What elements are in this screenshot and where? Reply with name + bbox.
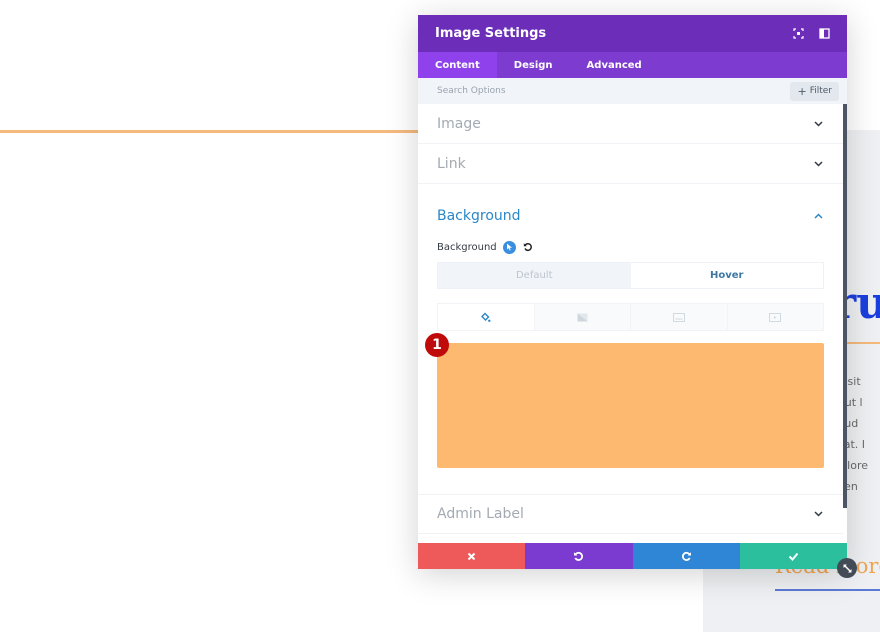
orange-divider [0, 130, 420, 133]
tab-advanced[interactable]: Advanced [570, 52, 659, 78]
close-icon [467, 552, 476, 560]
cancel-button[interactable] [418, 543, 526, 569]
hover-state-tab[interactable]: Hover [630, 263, 823, 288]
page: ru olor sit unt ut l ostrud equat. I n d… [0, 0, 880, 632]
resize-icon [842, 563, 852, 573]
settings-content: Image Link Background Background Default… [418, 104, 843, 543]
section-admin-label[interactable]: Admin Label [418, 494, 843, 534]
section-link[interactable]: Link [418, 144, 843, 184]
chevron-down-icon [813, 119, 823, 129]
redo-icon [681, 551, 691, 561]
gradient-icon [577, 313, 588, 321]
tab-content[interactable]: Content [418, 52, 497, 78]
section-image[interactable]: Image [418, 104, 843, 144]
image-settings-modal: Image Settings Content Design Advanced +… [418, 15, 847, 569]
section-background-title: Background [437, 208, 521, 224]
step-badge: 1 [425, 333, 449, 357]
sidebar-toggle-icon[interactable] [818, 28, 830, 40]
resize-handle[interactable] [837, 558, 857, 578]
bg-type-image[interactable] [631, 304, 728, 330]
tab-design[interactable]: Design [497, 52, 570, 78]
modal-footer [418, 543, 847, 569]
undo-icon [574, 551, 584, 561]
background-color-preview[interactable]: 1 [425, 333, 824, 468]
section-admin-label-title: Admin Label [437, 506, 524, 522]
background-field-label: Background [437, 241, 497, 253]
filter-button[interactable]: + Filter [790, 81, 839, 101]
search-bar: + Filter [418, 78, 847, 104]
video-icon [769, 312, 782, 322]
bg-type-gradient[interactable] [534, 304, 631, 330]
state-toggle: Default Hover [437, 262, 824, 289]
plus-icon: + [797, 84, 807, 98]
default-state-tab[interactable]: Default [438, 263, 631, 288]
section-link-title: Link [437, 155, 466, 172]
background-type-tabs [437, 303, 824, 331]
modal-title: Image Settings [435, 26, 547, 41]
chevron-down-icon [813, 509, 823, 519]
reset-icon[interactable] [522, 241, 534, 253]
search-options-input[interactable] [437, 86, 637, 96]
image-icon [672, 312, 685, 322]
read-more-underline [775, 589, 880, 591]
heading-rule [843, 342, 880, 344]
scrollbar[interactable] [843, 104, 847, 508]
paint-bucket-icon [481, 312, 491, 322]
undo-button[interactable] [525, 543, 633, 569]
section-background: Background Background Default Hover 1 [418, 184, 843, 468]
fullscreen-icon[interactable] [792, 28, 804, 40]
save-button[interactable] [739, 543, 847, 569]
hover-cursor-icon[interactable] [502, 240, 516, 254]
redo-button[interactable] [632, 543, 740, 569]
bg-type-video[interactable] [727, 304, 823, 330]
section-background-header[interactable]: Background [437, 184, 824, 236]
chevron-up-icon [813, 211, 823, 221]
chevron-down-icon [813, 159, 823, 169]
tab-bar: Content Design Advanced [418, 52, 847, 78]
section-image-title: Image [437, 115, 481, 132]
bg-type-color[interactable] [438, 304, 535, 330]
modal-header: Image Settings [418, 15, 847, 52]
filter-label: Filter [809, 86, 832, 96]
check-icon [788, 552, 799, 561]
